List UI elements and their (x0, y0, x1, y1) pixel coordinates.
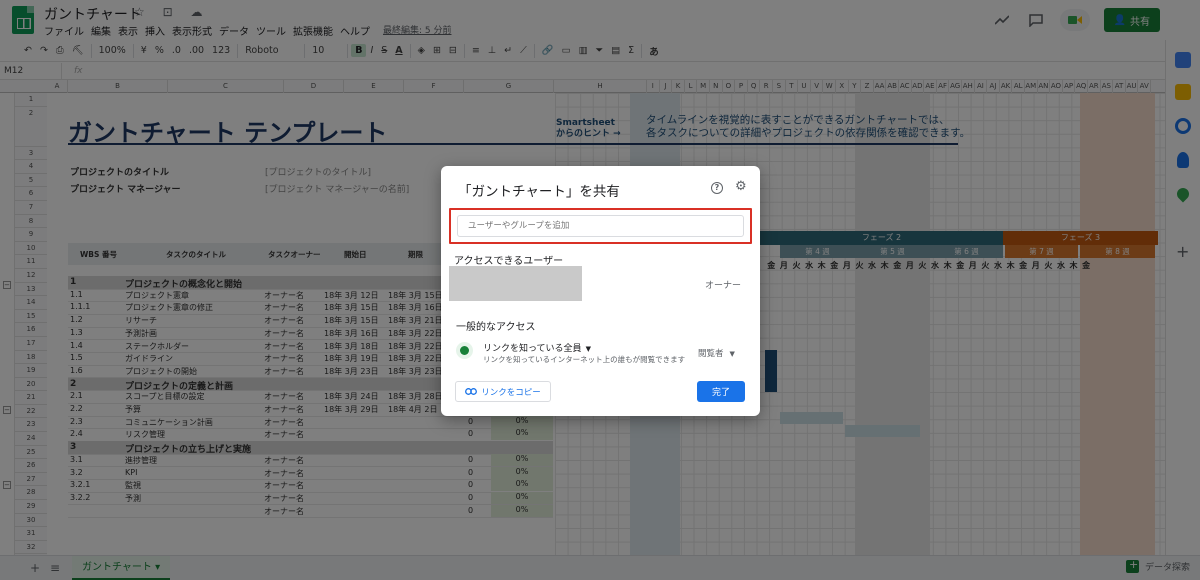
add-people-input[interactable] (457, 215, 744, 237)
link-icon (465, 388, 478, 395)
share-dialog: 「ガントチャート」を共有 ? ⚙ アクセスできるユーザー オーナー 一般的なアク… (441, 166, 760, 416)
copy-link-button[interactable]: リンクをコピー (455, 381, 551, 402)
done-button[interactable]: 完了 (697, 381, 745, 402)
people-with-access-label: アクセスできるユーザー (454, 256, 564, 267)
settings-gear-icon[interactable]: ⚙ (735, 179, 747, 194)
owner-role-label: オーナー (705, 281, 742, 291)
link-scope-description: リンクを知っているインターネット上の誰もが閲覧できます (483, 355, 686, 364)
caret-down-icon: ▼ (729, 350, 735, 358)
link-scope-dropdown[interactable]: リンクを知っている全員 ▼ (483, 341, 591, 354)
general-access-label: 一般的なアクセス (456, 322, 536, 333)
globe-icon (456, 342, 473, 359)
caret-down-icon: ▼ (585, 345, 591, 353)
add-people-highlight (449, 208, 752, 244)
role-dropdown[interactable]: 閲覧者 ▼ (698, 347, 735, 359)
copy-link-label: リンクをコピー (481, 387, 541, 398)
share-dialog-title: 「ガントチャート」を共有 (458, 184, 620, 200)
user-entry-redacted (449, 266, 582, 301)
help-icon[interactable]: ? (711, 182, 723, 194)
